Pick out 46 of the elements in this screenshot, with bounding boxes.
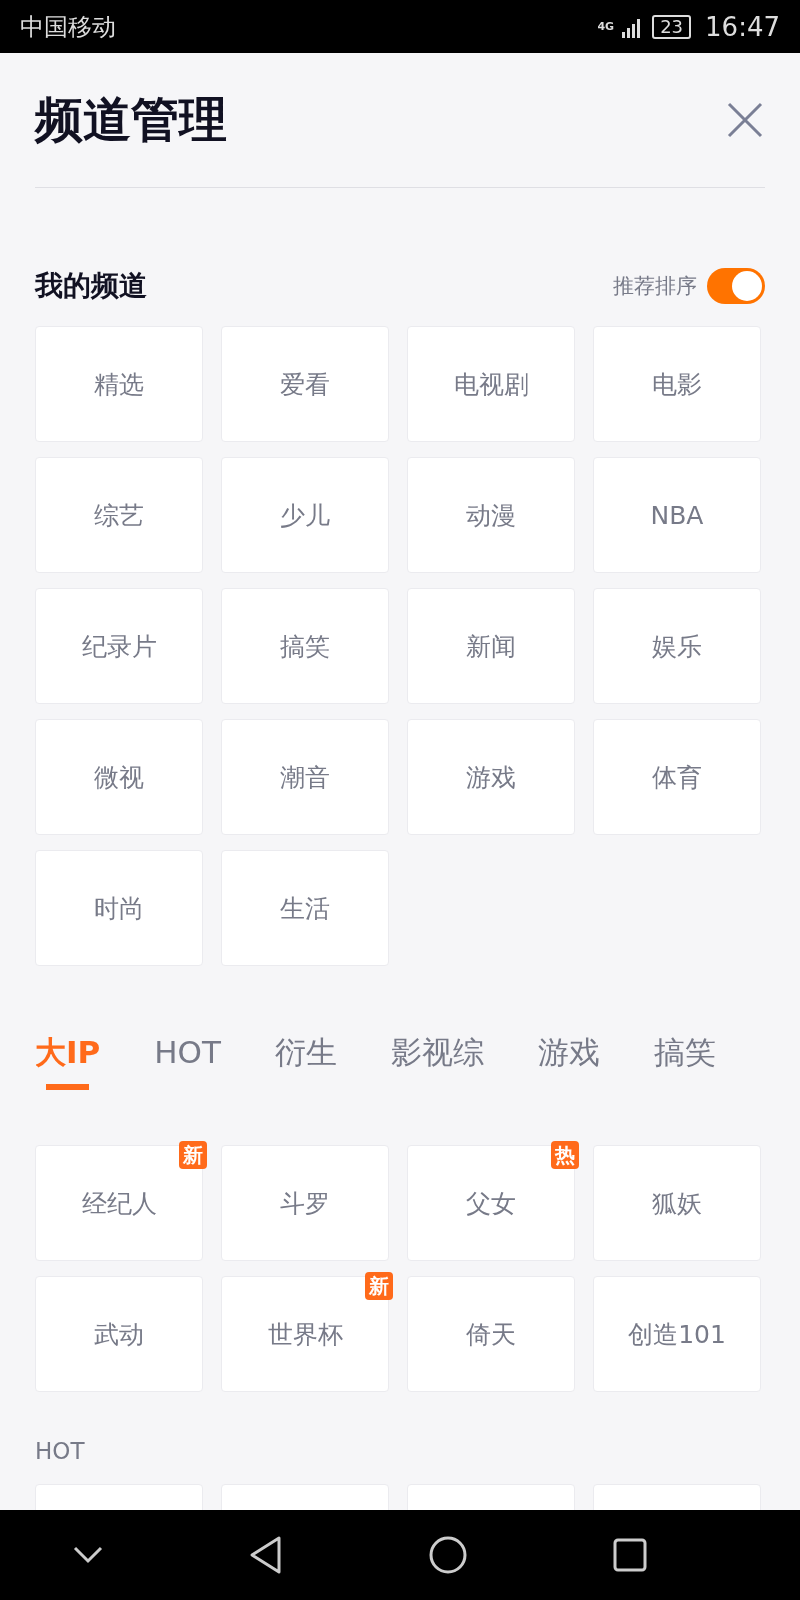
channel-card[interactable]: 武动 bbox=[35, 1276, 203, 1392]
channel-card[interactable]: 生活 bbox=[221, 850, 389, 966]
channel-card[interactable]: NBA bbox=[593, 457, 761, 573]
channel-card[interactable]: 微视 bbox=[35, 719, 203, 835]
channel-card[interactable]: 少儿 bbox=[221, 457, 389, 573]
category-tab[interactable]: 搞笑 bbox=[653, 1034, 716, 1090]
page-title: 频道管理 bbox=[35, 90, 227, 149]
recents-icon[interactable] bbox=[613, 1538, 647, 1572]
tag-badge: 新 bbox=[365, 1272, 393, 1300]
category-tab[interactable]: 游戏 bbox=[537, 1034, 600, 1090]
channel-card[interactable]: 游戏 bbox=[407, 719, 575, 835]
chevron-down-icon[interactable] bbox=[73, 1546, 103, 1564]
channel-card[interactable]: 创造101 bbox=[593, 1276, 761, 1392]
category-tab[interactable]: 大IP bbox=[35, 1034, 101, 1090]
channel-card[interactable]: 电视剧 bbox=[407, 326, 575, 442]
network-type: 4G bbox=[597, 20, 615, 33]
channel-card[interactable]: 倚天 bbox=[407, 1276, 575, 1392]
sort-toggle[interactable] bbox=[707, 268, 765, 304]
channel-card[interactable]: 斗罗 bbox=[221, 1145, 389, 1261]
battery-level: 23 bbox=[652, 14, 692, 39]
channel-card[interactable]: 综艺 bbox=[35, 457, 203, 573]
home-icon[interactable] bbox=[429, 1536, 467, 1574]
sort-label: 推荐排序 bbox=[613, 273, 697, 300]
section-title: HOT bbox=[35, 1438, 86, 1464]
tag-badge: 热 bbox=[551, 1141, 579, 1169]
category-tab[interactable]: 影视综 bbox=[390, 1034, 484, 1090]
section-title: 我的频道 bbox=[35, 268, 147, 304]
channel-card[interactable]: 纪录片 bbox=[35, 588, 203, 704]
channel-card[interactable]: 搞笑 bbox=[221, 588, 389, 704]
category-tab[interactable]: 衍生 bbox=[274, 1034, 337, 1090]
close-icon[interactable] bbox=[727, 102, 763, 138]
back-icon[interactable] bbox=[249, 1536, 283, 1574]
category-tab[interactable]: HOT bbox=[154, 1034, 221, 1090]
carrier-name: 中国移动 bbox=[20, 11, 116, 43]
channel-card[interactable]: 狐妖 bbox=[593, 1145, 761, 1261]
channel-card[interactable]: 娱乐 bbox=[593, 588, 761, 704]
channel-card[interactable]: 精选 bbox=[35, 326, 203, 442]
channel-card[interactable]: 动漫 bbox=[407, 457, 575, 573]
tag-badge: 新 bbox=[179, 1141, 207, 1169]
channel-card[interactable]: 爱看 bbox=[221, 326, 389, 442]
channel-card[interactable]: 新闻 bbox=[407, 588, 575, 704]
clock-time: 16:47 bbox=[705, 11, 780, 42]
channel-card[interactable]: 时尚 bbox=[35, 850, 203, 966]
channel-card[interactable]: 电影 bbox=[593, 326, 761, 442]
channel-card[interactable]: 潮音 bbox=[221, 719, 389, 835]
channel-card[interactable]: 体育 bbox=[593, 719, 761, 835]
